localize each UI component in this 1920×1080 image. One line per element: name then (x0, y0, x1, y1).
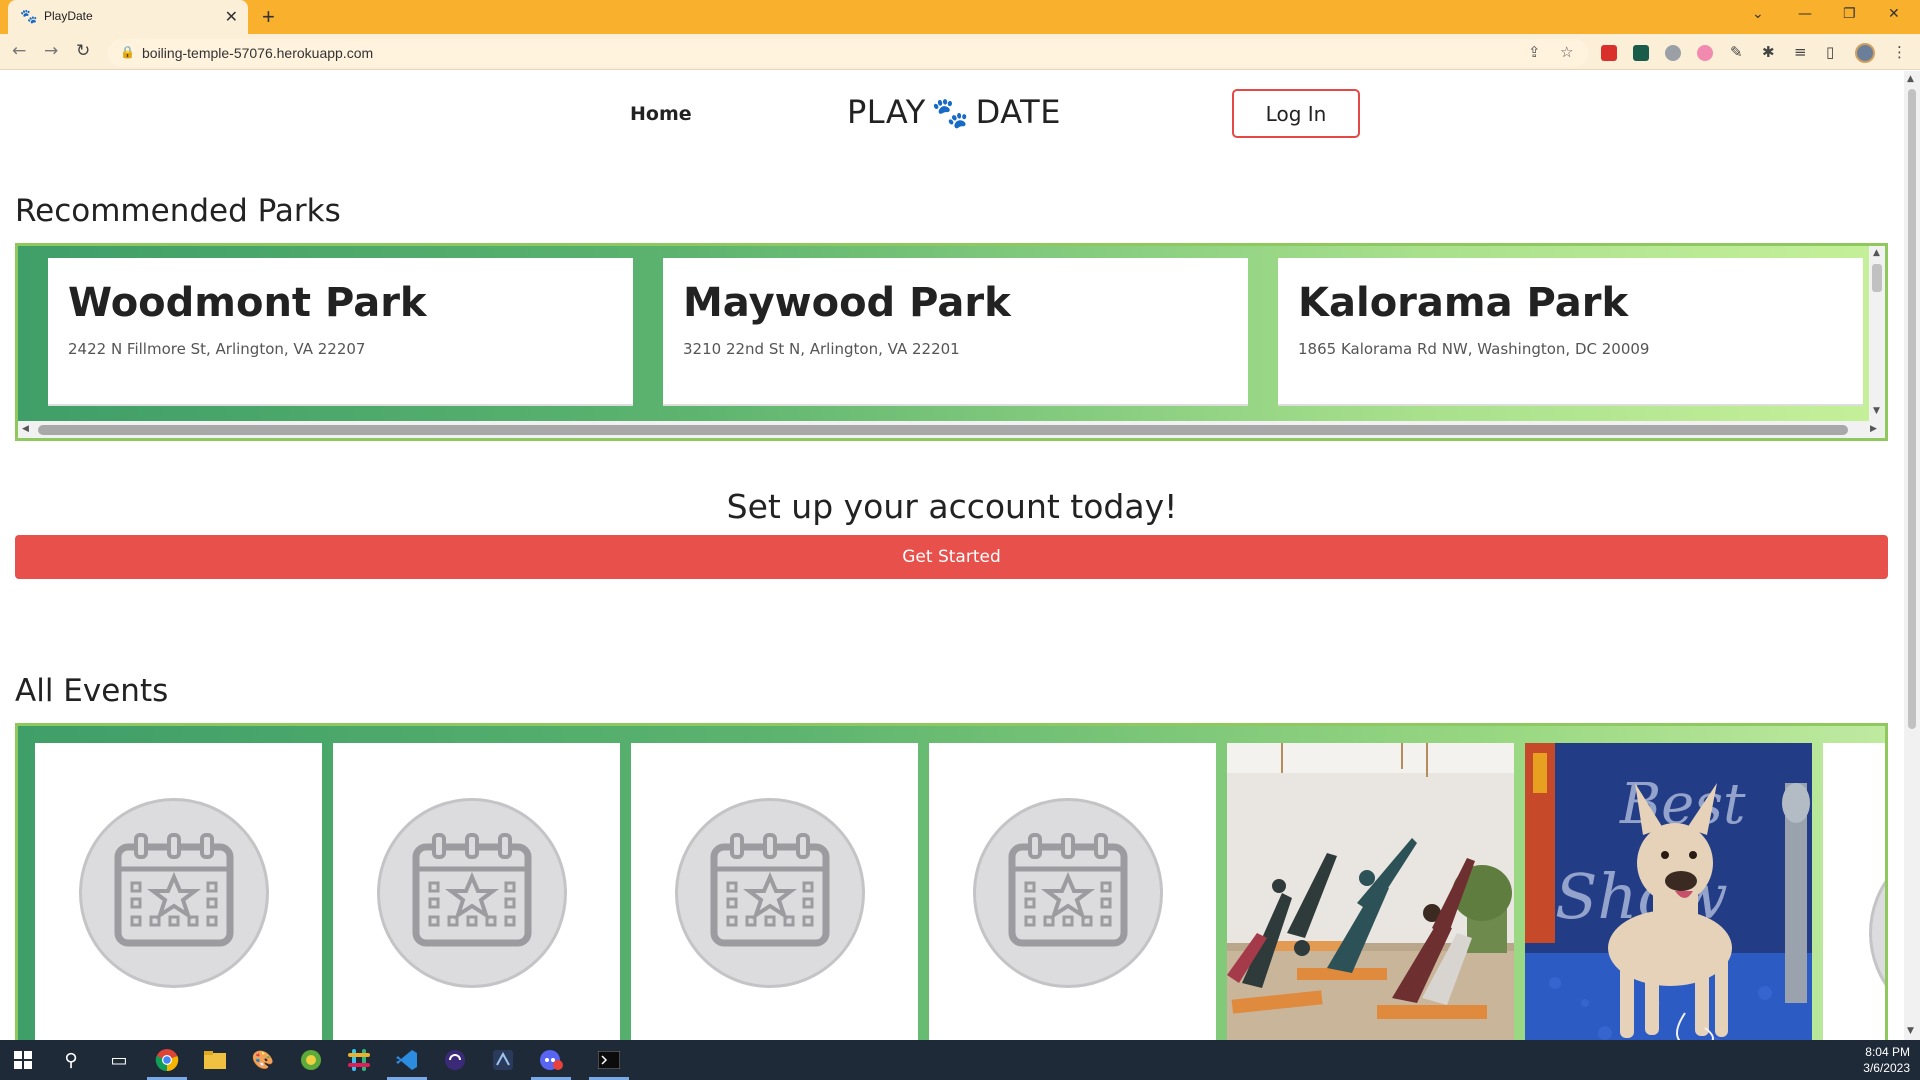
site-navbar: Home PLAY 🐾 DATE Log In (0, 71, 1904, 181)
restore-window-button[interactable]: ❐ (1843, 6, 1856, 22)
new-tab-button[interactable]: + (262, 4, 275, 30)
page-scroll-thumb[interactable] (1908, 89, 1916, 729)
parks-vertical-scroll-thumb[interactable] (1872, 264, 1882, 292)
tab-search-icon[interactable]: ⌄ (1752, 6, 1764, 22)
browser-tab-bar: 🐾 PlayDate ✕ + ⌄ — ❐ ✕ (0, 0, 1920, 34)
recommended-parks-heading: Recommended Parks (15, 193, 341, 229)
eclipse-app-icon[interactable] (440, 1046, 470, 1074)
browser-menu-icon[interactable]: ⋮ (1892, 43, 1907, 61)
paint-app-icon[interactable]: 🎨 (248, 1046, 278, 1074)
park-name: Maywood Park (683, 280, 1011, 326)
calendar-placeholder-icon (377, 798, 567, 988)
event-card[interactable] (1227, 743, 1514, 1040)
system-clock[interactable]: 8:04 PM 3/6/2023 (1863, 1044, 1910, 1076)
park-address: 3210 22nd St N, Arlington, VA 22201 (683, 340, 960, 358)
file-explorer-icon[interactable] (200, 1046, 230, 1074)
bookmark-star-icon[interactable]: ☆ (1560, 43, 1573, 61)
logo-date-text: DATE (975, 93, 1061, 131)
logo-play-text: PLAY (847, 93, 926, 131)
lock-icon[interactable]: 🔒 (120, 45, 135, 59)
app-icon[interactable] (488, 1046, 518, 1074)
adblock-extension-icon[interactable] (1601, 45, 1617, 61)
extension-icon[interactable] (1697, 45, 1713, 61)
event-card[interactable] (631, 743, 918, 1040)
scroll-down-arrow-icon[interactable]: ▼ (1907, 1026, 1914, 1036)
account-cta-heading: Set up your account today! (726, 487, 1178, 526)
reading-list-icon[interactable]: ≡ (1794, 43, 1807, 61)
park-card[interactable]: Woodmont Park 2422 N Fillmore St, Arling… (48, 258, 633, 406)
scroll-down-arrow-icon[interactable]: ▼ (1873, 406, 1880, 416)
extension-icon[interactable] (1665, 45, 1681, 61)
address-bar[interactable]: 🔒 boiling-temple-57076.herokuapp.com ⇪ ☆ (108, 39, 1588, 67)
get-started-button[interactable]: Get Started (15, 535, 1888, 579)
all-events-heading: All Events (15, 673, 169, 709)
park-card[interactable]: Kalorama Park 1865 Kalorama Rd NW, Washi… (1278, 258, 1863, 406)
calendar-placeholder-icon (675, 798, 865, 988)
calendar-placeholder-icon (973, 798, 1163, 988)
recommended-parks-carousel[interactable]: Woodmont Park 2422 N Fillmore St, Arling… (15, 243, 1888, 441)
scroll-right-arrow-icon[interactable]: ▶ (1870, 424, 1877, 434)
parks-horizontal-scrollbar[interactable]: ◀ ▶ (18, 421, 1885, 438)
clock-date: 3/6/2023 (1863, 1061, 1910, 1075)
tab-title: PlayDate (44, 9, 93, 23)
chrome-app-icon[interactable] (152, 1046, 182, 1074)
close-window-button[interactable]: ✕ (1888, 6, 1900, 22)
login-button[interactable]: Log In (1232, 89, 1360, 138)
nav-home-link[interactable]: Home (630, 103, 692, 125)
paw-logo-icon: 🐾 (931, 96, 970, 131)
event-card[interactable]: Best Show (1525, 743, 1812, 1040)
profile-avatar[interactable] (1855, 43, 1875, 63)
events-carousel[interactable]: Best Show (15, 723, 1888, 1040)
terminal-app-icon[interactable] (594, 1046, 624, 1074)
scroll-up-arrow-icon[interactable]: ▲ (1873, 248, 1880, 258)
dog-show-photo: Best Show (1525, 743, 1812, 1040)
vscode-app-icon[interactable] (392, 1046, 422, 1074)
task-view-icon[interactable]: ▭ (104, 1046, 134, 1074)
discord-app-icon[interactable] (536, 1046, 566, 1074)
calendar-placeholder-icon (1869, 838, 1885, 1028)
windows-start-icon[interactable] (8, 1046, 38, 1074)
url-text[interactable]: boiling-temple-57076.herokuapp.com (142, 45, 373, 61)
event-card[interactable] (929, 743, 1216, 1040)
extensions-puzzle-icon[interactable]: ✱ (1762, 43, 1775, 61)
scroll-up-arrow-icon[interactable]: ▲ (1907, 74, 1914, 84)
back-arrow-icon[interactable]: ← (12, 41, 26, 61)
slack-app-icon[interactable] (344, 1046, 374, 1074)
extension-icon[interactable] (1633, 45, 1649, 61)
parks-horizontal-scroll-thumb[interactable] (38, 425, 1848, 435)
scroll-left-arrow-icon[interactable]: ◀ (22, 424, 29, 434)
park-address: 1865 Kalorama Rd NW, Washington, DC 2000… (1298, 340, 1650, 358)
event-card[interactable] (1823, 743, 1885, 1040)
windows-taskbar: ⚲ ▭ 🎨 8:04 PM 3/6/2023 (0, 1040, 1920, 1080)
event-card[interactable] (333, 743, 620, 1040)
browser-tab[interactable]: 🐾 PlayDate ✕ (8, 0, 248, 34)
clock-time: 8:04 PM (1865, 1045, 1910, 1059)
event-card[interactable] (35, 743, 322, 1040)
park-card[interactable]: Maywood Park 3210 22nd St N, Arlington, … (663, 258, 1248, 406)
page-viewport: Home PLAY 🐾 DATE Log In Recommended Parks … (0, 71, 1904, 1040)
park-address: 2422 N Fillmore St, Arlington, VA 22207 (68, 340, 366, 358)
reload-icon[interactable]: ↻ (76, 41, 90, 61)
forward-arrow-icon[interactable]: → (44, 41, 58, 61)
app-icon[interactable] (296, 1046, 326, 1074)
close-tab-icon[interactable]: ✕ (225, 7, 238, 27)
yoga-class-photo (1227, 743, 1514, 1040)
site-logo[interactable]: PLAY 🐾 DATE (847, 93, 1061, 131)
calendar-placeholder-icon (79, 798, 269, 988)
side-panel-icon[interactable]: ▯ (1826, 43, 1834, 61)
page-vertical-scrollbar[interactable]: ▲ ▼ (1904, 71, 1920, 1040)
share-icon[interactable]: ⇪ (1528, 43, 1541, 61)
minimize-window-button[interactable]: — (1798, 6, 1812, 22)
parks-vertical-scrollbar[interactable]: ▲ ▼ (1869, 246, 1885, 421)
paw-favicon-icon: 🐾 (20, 9, 38, 25)
park-name: Woodmont Park (68, 280, 427, 326)
search-icon[interactable]: ⚲ (56, 1046, 86, 1074)
browser-toolbar: ← → ↻ 🔒 boiling-temple-57076.herokuapp.c… (0, 34, 1920, 70)
eyedropper-extension-icon[interactable]: ✎ (1730, 43, 1743, 61)
park-name: Kalorama Park (1298, 280, 1629, 326)
